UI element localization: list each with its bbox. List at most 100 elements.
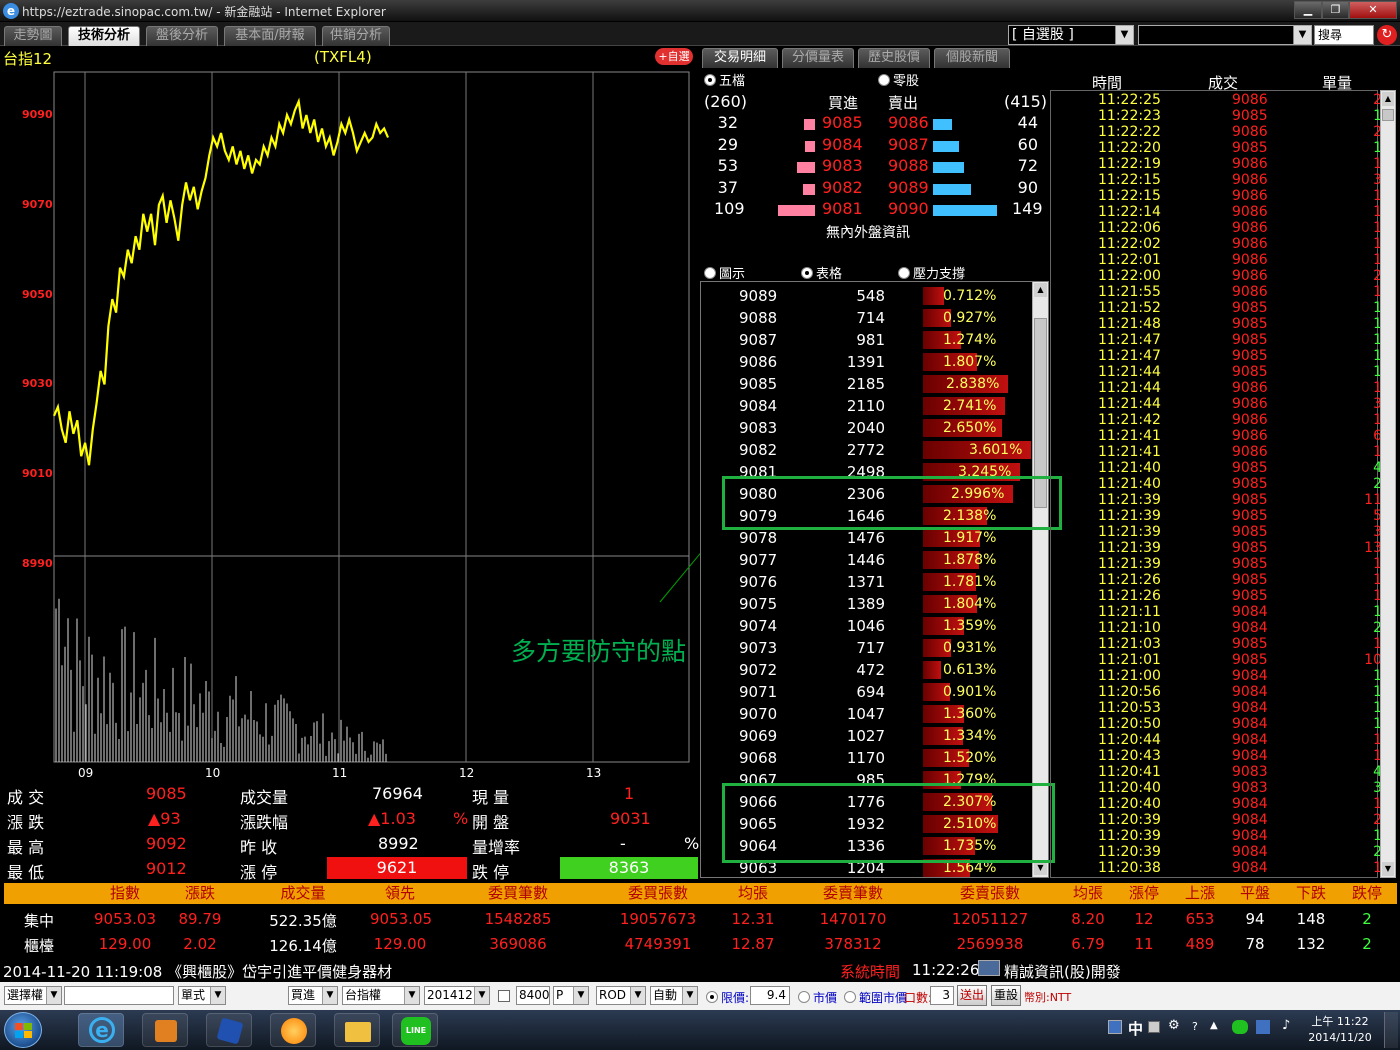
scroll-up-icon[interactable]: ▲ [1382,92,1394,106]
ask-price[interactable]: 9088 [888,156,929,175]
tray-line-icon[interactable] [1232,1020,1248,1034]
radio-pressure-support[interactable]: 壓力支撐 [898,263,965,282]
tab-trend[interactable]: 走勢圖 [4,26,62,46]
radio-table-view[interactable]: 表格 [801,263,842,282]
trade-row[interactable]: 11:22:20 9085 1 [1052,140,1382,156]
strike-input[interactable]: 8400 [516,986,550,1005]
ladder-row[interactable]: 9071 694 0.901% [703,681,1033,703]
trade-row[interactable]: 11:21:40 9085 4 [1052,460,1382,476]
taskbar-line-icon[interactable]: LINE [392,1013,438,1047]
subtab-price-volume[interactable]: 分價量表 [782,48,854,68]
ladder-row[interactable]: 9076 1371 1.781% [703,571,1033,593]
ladder-row[interactable]: 9074 1046 1.359% [703,615,1033,637]
trade-row[interactable]: 11:21:48 9085 1 [1052,316,1382,332]
add-watch-button[interactable]: +自選 [655,48,693,65]
trade-row[interactable]: 11:21:52 9085 1 [1052,300,1382,316]
scroll-down-icon[interactable]: ▼ [1382,862,1394,876]
trade-row[interactable]: 11:20:39 9084 2 [1052,812,1382,828]
trade-row[interactable]: 11:22:06 9086 1 [1052,220,1382,236]
ladder-row[interactable]: 9072 472 0.613% [703,659,1033,681]
trade-row[interactable]: 11:21:42 9086 1 [1052,412,1382,428]
trade-row[interactable]: 11:22:22 9086 2 [1052,124,1382,140]
trade-row[interactable]: 11:20:40 9084 1 [1052,796,1382,812]
trade-row[interactable]: 11:21:26 9085 1 [1052,572,1382,588]
tab-supply-sales[interactable]: 供銷分析 [322,26,390,46]
trade-row[interactable]: 11:21:55 9086 1 [1052,284,1382,300]
trade-row[interactable]: 11:22:00 9086 2 [1052,268,1382,284]
limit-price-input[interactable]: 9.4 [750,986,790,1005]
trade-row[interactable]: 11:22:15 9086 1 [1052,188,1382,204]
bid-price[interactable]: 9082 [822,178,863,197]
trade-row[interactable]: 11:21:03 9085 1 [1052,636,1382,652]
ladder-row[interactable]: 9086 1391 1.807% [703,351,1033,373]
ladder-row[interactable]: 9070 1047 1.360% [703,703,1033,725]
taskbar-orange-icon[interactable] [270,1013,316,1047]
ladder-row[interactable]: 9077 1446 1.878% [703,549,1033,571]
product-select[interactable]: 台指權 ▼ [342,986,420,1005]
trades-scrollbar[interactable]: ▲ ▼ [1380,90,1396,878]
trade-row[interactable]: 11:20:38 9084 1 [1052,860,1382,876]
subtab-trade-detail[interactable]: 交易明細 [702,48,778,68]
ask-price[interactable]: 9086 [888,113,929,132]
trade-row[interactable]: 11:21:44 9086 3 [1052,396,1382,412]
ladder-row[interactable]: 9087 981 1.274% [703,329,1033,351]
trade-row[interactable]: 11:22:23 9085 1 [1052,108,1382,124]
trade-row[interactable]: 11:21:01 9085 10 [1052,652,1382,668]
taskbar-app-icon[interactable] [206,1013,252,1047]
ladder-row[interactable]: 9082 2772 3.601% [703,439,1033,461]
trade-row[interactable]: 11:22:01 9086 1 [1052,252,1382,268]
search-go-icon[interactable]: ↻ [1377,25,1397,45]
trade-row[interactable]: 11:22:19 9086 1 [1052,156,1382,172]
ask-price[interactable]: 9090 [888,199,929,218]
show-desktop-button[interactable] [1384,1012,1398,1048]
tab-after-market[interactable]: 盤後分析 [146,26,218,46]
ladder-row[interactable]: 9083 2040 2.650% [703,417,1033,439]
month-select[interactable]: 201412 ▼ [424,986,490,1005]
trade-row[interactable]: 11:22:25 9086 2 [1052,92,1382,108]
ime-language[interactable]: 中 [1128,1018,1143,1039]
search-input[interactable]: 搜尋 [1314,25,1374,45]
trade-row[interactable]: 11:20:53 9084 1 [1052,700,1382,716]
rod-select[interactable]: ROD ▼ [596,986,646,1005]
trade-row[interactable]: 11:21:44 9085 1 [1052,364,1382,380]
account-input[interactable] [64,986,174,1005]
trade-row[interactable]: 11:21:41 9086 1 [1052,444,1382,460]
symbol-combo[interactable]: ▼ [1138,25,1312,45]
radio-five-level[interactable]: 五檔 [704,70,745,89]
bid-price[interactable]: 9085 [822,113,863,132]
taskbar-ie-icon[interactable]: e [78,1013,124,1047]
trade-row[interactable]: 11:21:10 9084 2 [1052,620,1382,636]
news-ticker[interactable]: 2014-11-20 11:19:08 《興櫃股》岱宇引進平價健身器材 [3,961,392,982]
ladder-row[interactable]: 9075 1389 1.804% [703,593,1033,615]
trade-row[interactable]: 11:21:47 9085 1 [1052,332,1382,348]
watchlist-combo[interactable]: [ 自選股 ] ▼ [1008,25,1134,45]
ladder-row[interactable]: 9089 548 0.712% [703,285,1033,307]
trade-row[interactable]: 11:21:39 9085 3 [1052,524,1382,540]
trade-row[interactable]: 11:21:47 9085 1 [1052,348,1382,364]
trade-row[interactable]: 11:22:15 9086 3 [1052,172,1382,188]
ladder-row[interactable]: 9078 1476 1.917% [703,527,1033,549]
scroll-thumb[interactable] [1382,109,1394,121]
trade-row[interactable]: 11:21:39 9085 1 [1052,556,1382,572]
taskbar-explorer-icon[interactable] [334,1013,380,1047]
scroll-up-icon[interactable]: ▲ [1034,283,1047,297]
trade-row[interactable]: 11:21:44 9086 1 [1052,380,1382,396]
bid-price[interactable]: 9084 [822,135,863,154]
subtab-news[interactable]: 個股新聞 [934,48,1010,68]
ime-icon[interactable] [1108,1020,1122,1034]
ime-settings-icon[interactable]: ⚙ [1168,1018,1180,1033]
ladder-row[interactable]: 9073 717 0.931% [703,637,1033,659]
trade-row[interactable]: 11:21:39 9085 5 [1052,508,1382,524]
mode-select[interactable]: 單式 ▼ [178,986,226,1005]
trade-row[interactable]: 11:20:39 9084 2 [1052,844,1382,860]
call-put-select[interactable]: P ▼ [553,986,589,1005]
minimize-button[interactable]: ▁ [1294,1,1322,19]
window-close-button[interactable]: ✕ [1349,1,1397,19]
tray-help-icon[interactable]: ? [1192,1020,1198,1033]
trade-row[interactable]: 11:21:39 9085 13 [1052,540,1382,556]
side-select[interactable]: 買進 ▼ [288,986,338,1005]
limit-radio[interactable]: 限價: [706,989,749,1006]
trade-row[interactable]: 11:21:41 9086 6 [1052,428,1382,444]
taskbar-media-icon[interactable] [142,1013,188,1047]
ladder-row[interactable]: 9068 1170 1.520% [703,747,1033,769]
